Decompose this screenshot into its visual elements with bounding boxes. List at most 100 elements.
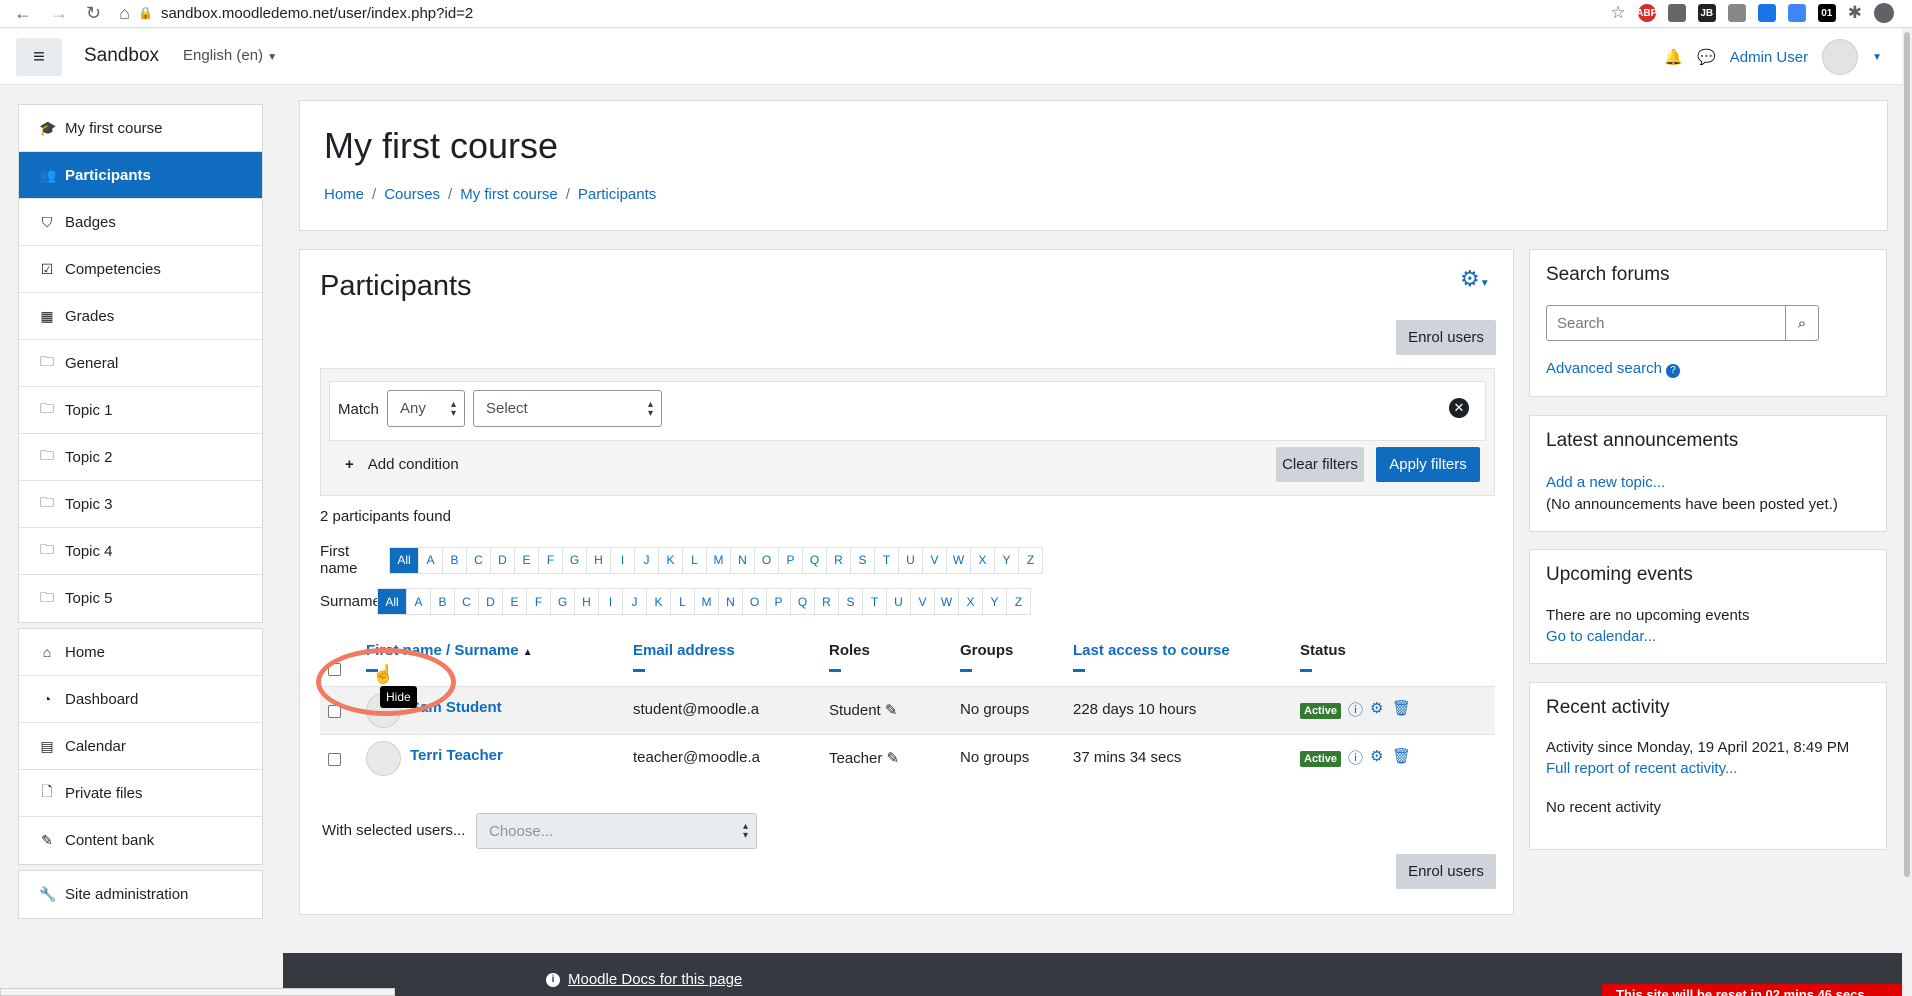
sidebar-item-site-administration[interactable]: 🔧 Site administration xyxy=(19,871,262,918)
trash-icon[interactable]: 🗑 xyxy=(1392,699,1411,717)
firstname-initial-p[interactable]: P xyxy=(778,546,803,574)
filter-type-select[interactable]: Select ▴ ▾ xyxy=(473,390,662,427)
firstname-initial-c[interactable]: C xyxy=(466,546,491,574)
add-condition-button[interactable]: + Add condition xyxy=(345,456,459,473)
forward-icon[interactable]: → xyxy=(50,3,68,24)
surname-initial-l[interactable]: L xyxy=(670,588,695,615)
hide-column-icon[interactable] xyxy=(1300,669,1312,672)
surname-initial-s[interactable]: S xyxy=(838,588,863,615)
go-to-calendar-link[interactable]: Go to calendar... xyxy=(1546,628,1656,645)
address-bar[interactable]: 🔒 sandbox.moodledemo.net/user/index.php?… xyxy=(138,0,1572,26)
surname-initial-d[interactable]: D xyxy=(478,588,503,615)
surname-initial-e[interactable]: E xyxy=(502,588,527,615)
star-icon[interactable]: ☆ xyxy=(1611,3,1626,23)
sidebar-item-content-bank[interactable]: ✎ Content bank xyxy=(19,817,262,864)
sidebar-item-competencies[interactable]: ☑ Competencies xyxy=(19,246,262,293)
advanced-search-link[interactable]: Advanced search xyxy=(1546,360,1662,377)
breadcrumb-courses[interactable]: Courses xyxy=(384,186,440,203)
sidebar-item-general[interactable]: 🗀 General xyxy=(19,340,262,387)
bulk-action-select[interactable]: Choose... ▴ ▾ xyxy=(476,813,757,849)
extension-icon[interactable] xyxy=(1667,4,1686,22)
firstname-initial-r[interactable]: R xyxy=(826,546,851,574)
sidebar-item-private-files[interactable]: 🗋 Private files xyxy=(19,770,262,817)
extension-icon[interactable] xyxy=(1787,4,1806,22)
surname-initial-j[interactable]: J xyxy=(622,588,647,615)
surname-initial-all[interactable]: All xyxy=(377,588,407,615)
extension-icon[interactable] xyxy=(1757,4,1776,22)
surname-initial-w[interactable]: W xyxy=(934,588,959,615)
surname-initial-o[interactable]: O xyxy=(742,588,767,615)
add-topic-link[interactable]: Add a new topic... xyxy=(1546,474,1665,491)
moodle-docs-link[interactable]: Moodle Docs for this page xyxy=(568,971,742,988)
hide-column-icon[interactable] xyxy=(829,669,841,672)
sidebar-item-topic-4[interactable]: 🗀 Topic 4 xyxy=(19,528,262,575)
sidebar-item-grades[interactable]: ▦ Grades xyxy=(19,293,262,340)
search-icon[interactable]: ⌕ xyxy=(1785,305,1819,341)
firstname-initial-k[interactable]: K xyxy=(658,546,683,574)
surname-initial-q[interactable]: Q xyxy=(790,588,815,615)
sidebar-item-participants[interactable]: 👥 Participants xyxy=(19,152,262,199)
user-menu[interactable]: Admin User xyxy=(1730,49,1808,66)
firstname-initial-b[interactable]: B xyxy=(442,546,467,574)
firstname-initial-all[interactable]: All xyxy=(389,546,419,574)
surname-initial-g[interactable]: G xyxy=(550,588,575,615)
surname-initial-i[interactable]: I xyxy=(598,588,623,615)
row-checkbox[interactable] xyxy=(328,753,341,766)
firstname-initial-f[interactable]: F xyxy=(538,546,563,574)
url-text[interactable]: sandbox.moodledemo.net/user/index.php?id… xyxy=(161,5,473,22)
breadcrumb-course[interactable]: My first course xyxy=(460,186,558,203)
firstname-initial-i[interactable]: I xyxy=(610,546,635,574)
firstname-initial-s[interactable]: S xyxy=(850,546,875,574)
page-scrollbar[interactable] xyxy=(1902,28,1912,996)
firstname-initial-a[interactable]: A xyxy=(418,546,443,574)
surname-initial-a[interactable]: A xyxy=(406,588,431,615)
firstname-initial-j[interactable]: J xyxy=(634,546,659,574)
reload-icon[interactable]: ↻ xyxy=(86,3,101,24)
sidebar-item-calendar[interactable]: ▤ Calendar xyxy=(19,723,262,770)
firstname-initial-z[interactable]: Z xyxy=(1018,546,1043,574)
firstname-initial-m[interactable]: M xyxy=(706,546,731,574)
gear-icon[interactable]: ⚙▼ xyxy=(1460,266,1490,292)
avatar[interactable] xyxy=(1822,39,1859,75)
gear-icon[interactable]: ⚙ xyxy=(1370,747,1383,765)
surname-initial-p[interactable]: P xyxy=(766,588,791,615)
search-input[interactable] xyxy=(1546,305,1786,341)
language-menu[interactable]: English (en) ▼ xyxy=(183,47,277,64)
sidebar-item-my-first-course[interactable]: 🎓 My first course xyxy=(19,105,262,152)
breadcrumb-home[interactable]: Home xyxy=(324,186,364,203)
firstname-initial-w[interactable]: W xyxy=(946,546,971,574)
firstname-initial-q[interactable]: Q xyxy=(802,546,827,574)
surname-initial-y[interactable]: Y xyxy=(982,588,1007,615)
surname-initial-n[interactable]: N xyxy=(718,588,743,615)
firstname-initial-e[interactable]: E xyxy=(514,546,539,574)
surname-initial-v[interactable]: V xyxy=(910,588,935,615)
sidebar-item-dashboard[interactable]: ◔ Dashboard xyxy=(19,676,262,723)
surname-initial-z[interactable]: Z xyxy=(1006,588,1031,615)
chat-icon[interactable]: 💬 xyxy=(1697,48,1716,66)
user-name-link[interactable]: Terri Teacher xyxy=(410,747,503,764)
hide-column-icon[interactable] xyxy=(633,669,645,672)
info-icon[interactable]: ⓘ xyxy=(1348,747,1363,768)
bell-icon[interactable]: 🔔 xyxy=(1664,48,1683,66)
surname-initial-x[interactable]: X xyxy=(958,588,983,615)
firstname-initial-d[interactable]: D xyxy=(490,546,515,574)
surname-initial-f[interactable]: F xyxy=(526,588,551,615)
site-brand[interactable]: Sandbox xyxy=(84,45,159,67)
sidebar-item-topic-3[interactable]: 🗀 Topic 3 xyxy=(19,481,262,528)
info-icon[interactable]: ⓘ xyxy=(1348,699,1363,720)
firstname-initial-v[interactable]: V xyxy=(922,546,947,574)
surname-initial-h[interactable]: H xyxy=(574,588,599,615)
gear-icon[interactable]: ⚙ xyxy=(1370,699,1383,717)
trash-icon[interactable]: 🗑 xyxy=(1392,747,1411,765)
pencil-icon[interactable]: ✎ xyxy=(885,702,898,719)
extension-icon[interactable]: 01 xyxy=(1817,4,1836,22)
hide-column-icon[interactable] xyxy=(1073,669,1085,672)
pencil-icon[interactable]: ✎ xyxy=(887,750,900,767)
extension-icon[interactable] xyxy=(1727,4,1746,22)
full-report-link[interactable]: Full report of recent activity... xyxy=(1546,760,1737,777)
surname-initial-r[interactable]: R xyxy=(814,588,839,615)
adblock-icon[interactable]: ABP xyxy=(1636,4,1657,22)
surname-initial-m[interactable]: M xyxy=(694,588,719,615)
clear-filters-button[interactable]: Clear filters xyxy=(1276,447,1364,482)
sidebar-item-badges[interactable]: ⛉ Badges xyxy=(19,199,262,246)
